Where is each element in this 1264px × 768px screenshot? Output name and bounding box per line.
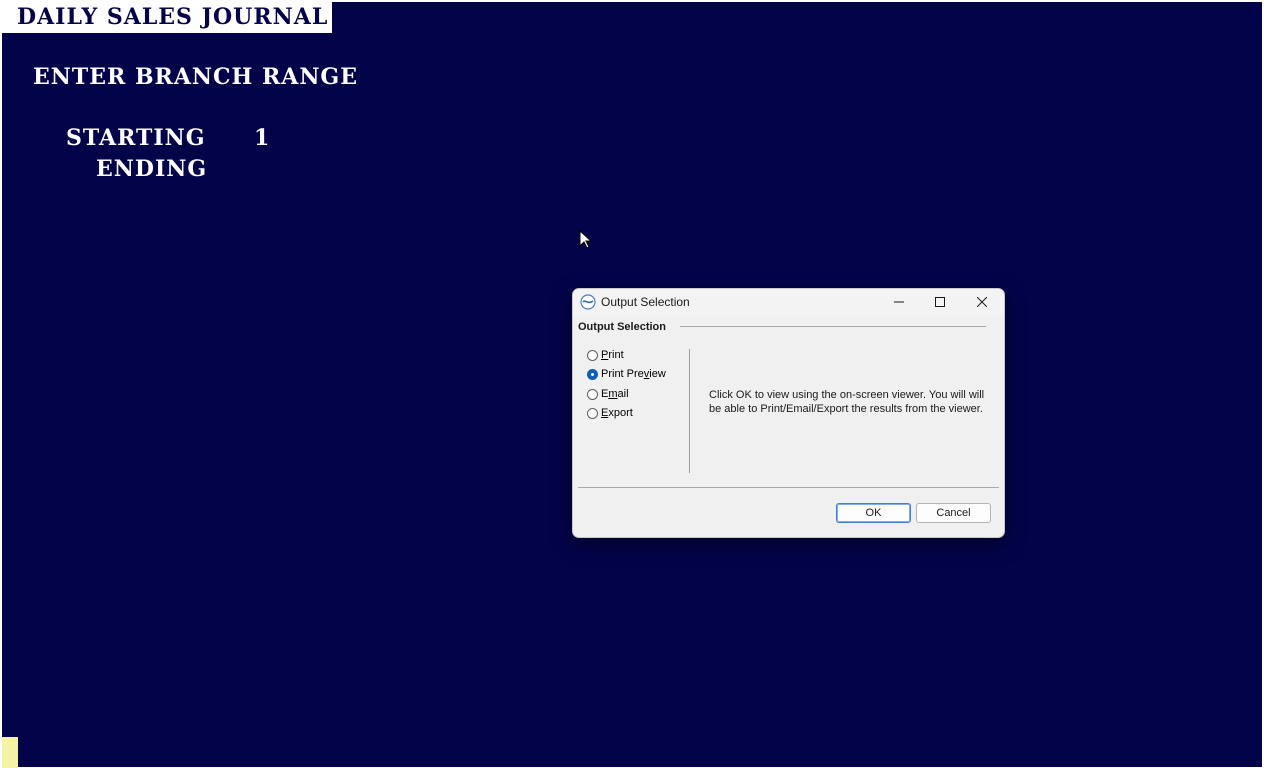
button-separator <box>578 487 999 488</box>
close-button[interactable] <box>962 289 1002 315</box>
branch-range-prompt: ENTER BRANCH RANGE <box>33 64 358 90</box>
cancel-button[interactable]: Cancel <box>916 503 991 523</box>
radio-button[interactable] <box>587 388 598 400</box>
radio-button[interactable] <box>587 349 598 361</box>
minimize-icon <box>894 301 904 303</box>
text-cursor-block <box>2 737 18 768</box>
group-separator <box>680 326 986 327</box>
dialog-title: Output Selection <box>601 295 690 309</box>
ending-label: ENDING <box>96 156 208 182</box>
radio-button[interactable] <box>587 407 598 419</box>
info-text: Click OK to view using the on-screen vie… <box>709 389 985 415</box>
app-swirl-icon <box>580 294 596 310</box>
radio-label: Export <box>601 407 633 419</box>
maximize-icon <box>935 297 945 307</box>
radio-print[interactable]: Print <box>587 347 624 363</box>
radio-email[interactable]: Email <box>587 386 629 402</box>
group-header: Output Selection <box>578 321 666 333</box>
starting-label: STARTING <box>66 125 206 151</box>
maximize-button[interactable] <box>920 289 960 315</box>
vertical-divider <box>689 349 690 473</box>
minimize-button[interactable] <box>879 289 919 315</box>
radio-label: Print <box>601 349 624 361</box>
radio-button-selected[interactable] <box>587 368 598 380</box>
close-icon <box>977 297 987 307</box>
radio-print-preview[interactable]: Print Preview <box>587 366 666 382</box>
radio-export[interactable]: Export <box>587 405 633 421</box>
mouse-pointer-icon <box>579 230 593 249</box>
output-selection-dialog: Output Selection Output Selection Print … <box>572 288 1005 538</box>
screen-title: DAILY SALES JOURNAL <box>2 2 332 33</box>
dialog-titlebar[interactable]: Output Selection <box>573 289 1004 315</box>
radio-label: Email <box>601 388 629 400</box>
starting-branch-field[interactable]: 1 <box>254 125 270 151</box>
ok-button[interactable]: OK <box>836 503 911 523</box>
radio-label: Print Preview <box>601 368 666 380</box>
